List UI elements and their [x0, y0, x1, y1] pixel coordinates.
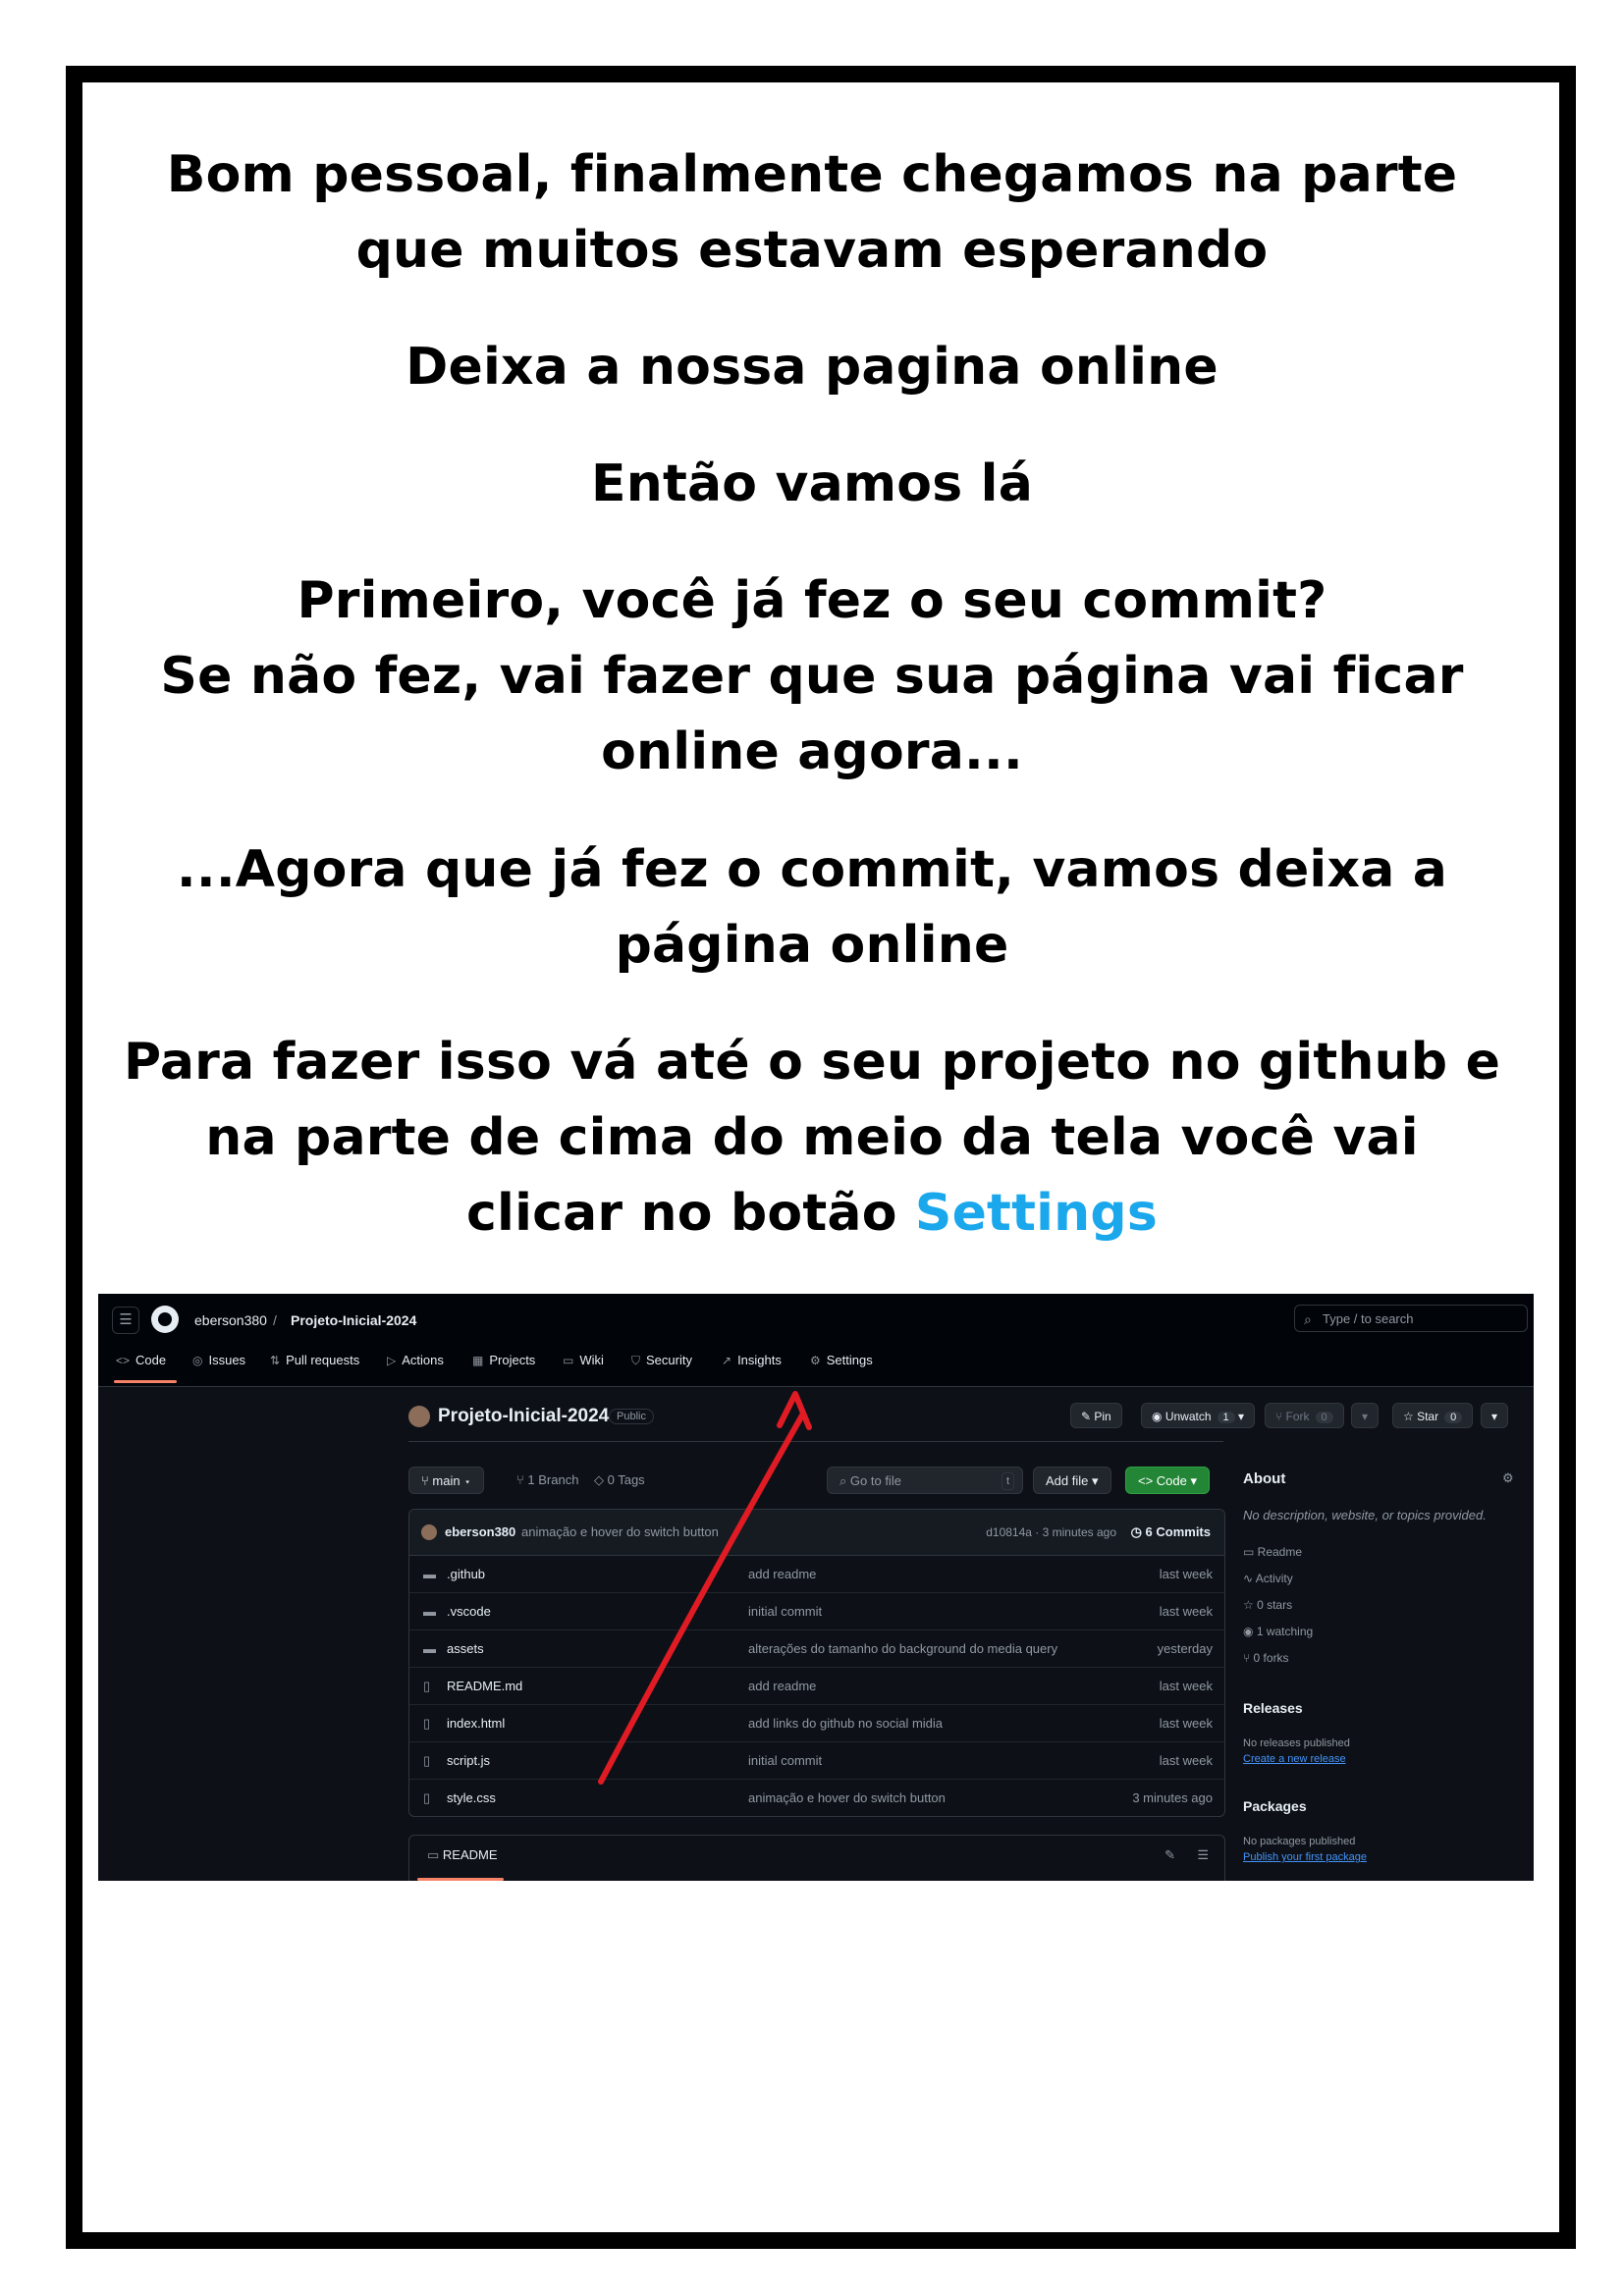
red-arrow-annotation [598, 1391, 812, 1785]
instruction-line: Para fazer isso vá até o seu projeto no … [123, 1033, 1501, 1092]
instruction-line: Deixa a nossa pagina online [406, 338, 1218, 397]
instruction-line: Então vamos lá [591, 454, 1033, 513]
instruction-line: online agora... [601, 722, 1023, 781]
instruction-line: ...Agora que já fez o commit, vamos deix… [176, 840, 1448, 899]
instruction-line: página online [615, 916, 1009, 975]
instruction-line: Se não fez, vai fazer que sua página vai… [160, 647, 1464, 706]
arrow-head [777, 1391, 812, 1430]
github-screenshot: ☰ eberson380 / Projeto-Inicial-2024 ⌕ Typ… [98, 1294, 1534, 1881]
instruction-line: Bom pessoal, finalmente chegamos na part… [166, 145, 1458, 204]
instruction-line: Primeiro, você já fez o seu commit? [297, 571, 1327, 630]
arrow-shaft [598, 1411, 806, 1785]
instruction-line: que muitos estavam esperando [355, 221, 1269, 280]
settings-highlight: Settings [914, 1184, 1158, 1243]
instruction-line-settings: clicar no botão Settings [82, 1176, 1542, 1252]
instruction-text: clicar no botão [466, 1184, 915, 1243]
instruction-line: na parte de cima do meio da tela você va… [205, 1108, 1419, 1167]
